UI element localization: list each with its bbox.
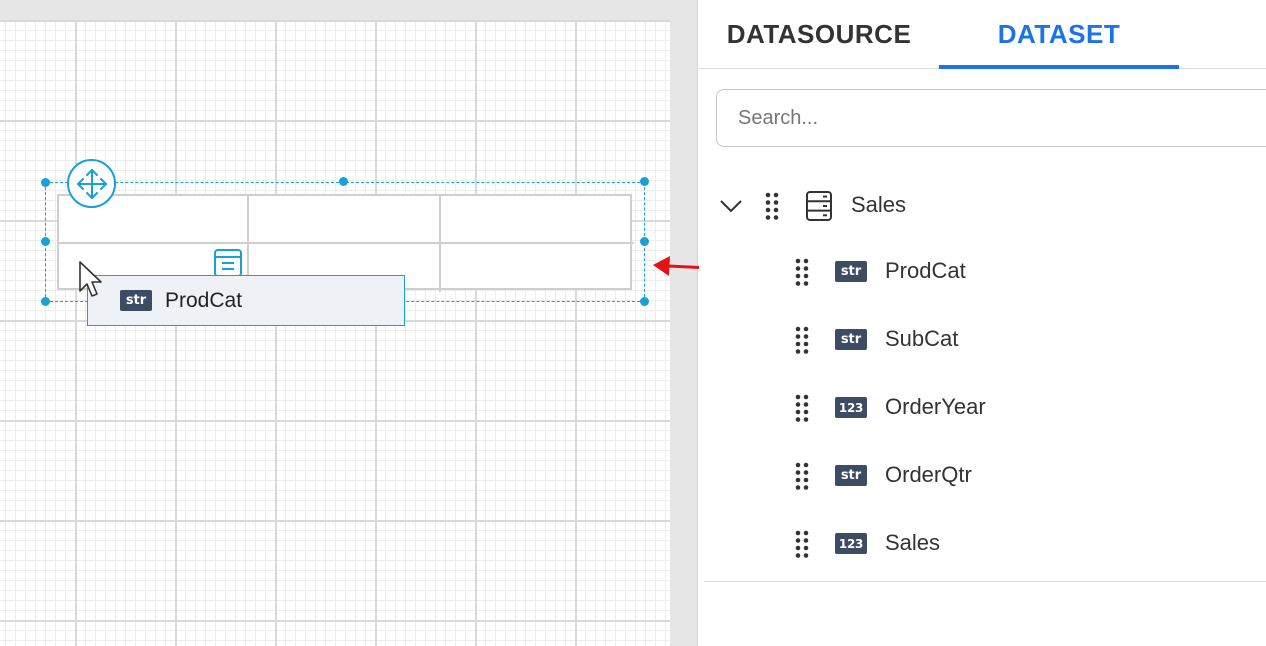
database-icon [806,191,832,221]
resize-handle-bottom-right[interactable] [640,297,649,306]
active-tab-indicator [939,65,1179,69]
panel-tabs: DATASOURCE DATASET [699,0,1266,69]
tab-datasource[interactable]: DATASOURCE [699,0,939,69]
resize-handle-bottom-left[interactable] [41,297,50,306]
drag-preview-tooltip: str ProdCat [87,275,405,326]
report-canvas-area[interactable]: str ProdCat [0,0,698,646]
field-label: ProdCat [885,258,966,283]
string-type-badge: str [120,290,152,311]
string-type-badge: str [835,329,867,350]
field-item-sales[interactable]: 123 Sales [699,510,1266,578]
drag-handle-icon[interactable] [795,326,809,354]
field-label: OrderQtr [885,462,972,487]
string-type-badge: str [835,465,867,486]
field-item-orderqtr[interactable]: str OrderQtr [699,442,1266,510]
resize-handle-right[interactable] [640,237,649,246]
drag-handle-icon[interactable] [795,258,809,286]
move-handle[interactable] [67,159,116,208]
field-label: OrderYear [885,394,986,419]
drag-handle-icon[interactable] [795,530,809,558]
divider [704,581,1266,582]
number-type-badge: 123 [835,397,867,418]
resize-handle-left[interactable] [41,237,50,246]
number-type-badge: 123 [835,533,867,554]
field-item-subcat[interactable]: str SubCat [699,306,1266,374]
drag-handle-icon[interactable] [795,462,809,490]
field-item-orderyear[interactable]: 123 OrderYear [699,374,1266,442]
chevron-down-icon[interactable] [719,194,743,218]
field-label: SubCat [885,326,959,351]
dataset-node-sales[interactable]: Sales [699,170,1266,240]
drag-handle-icon[interactable] [795,394,809,422]
resize-handle-top-right[interactable] [640,177,649,186]
field-label: Sales [885,530,941,555]
string-type-badge: str [835,261,867,282]
move-arrows-icon [76,168,107,199]
field-item-prodcat[interactable]: str ProdCat [699,238,1266,306]
search-input[interactable] [716,89,1266,147]
data-panel: DATASOURCE DATASET Sales [699,0,1266,646]
mouse-pointer-icon [79,261,102,297]
resize-handle-top-left[interactable] [41,178,50,187]
table-drop-icon [214,249,242,277]
dataset-name: Sales [851,192,907,217]
resize-handle-top[interactable] [339,177,348,186]
tab-dataset[interactable]: DATASET [939,0,1179,69]
drag-handle-icon[interactable] [765,192,779,220]
design-surface[interactable] [0,20,670,646]
drag-preview-label: ProdCat [165,288,243,312]
